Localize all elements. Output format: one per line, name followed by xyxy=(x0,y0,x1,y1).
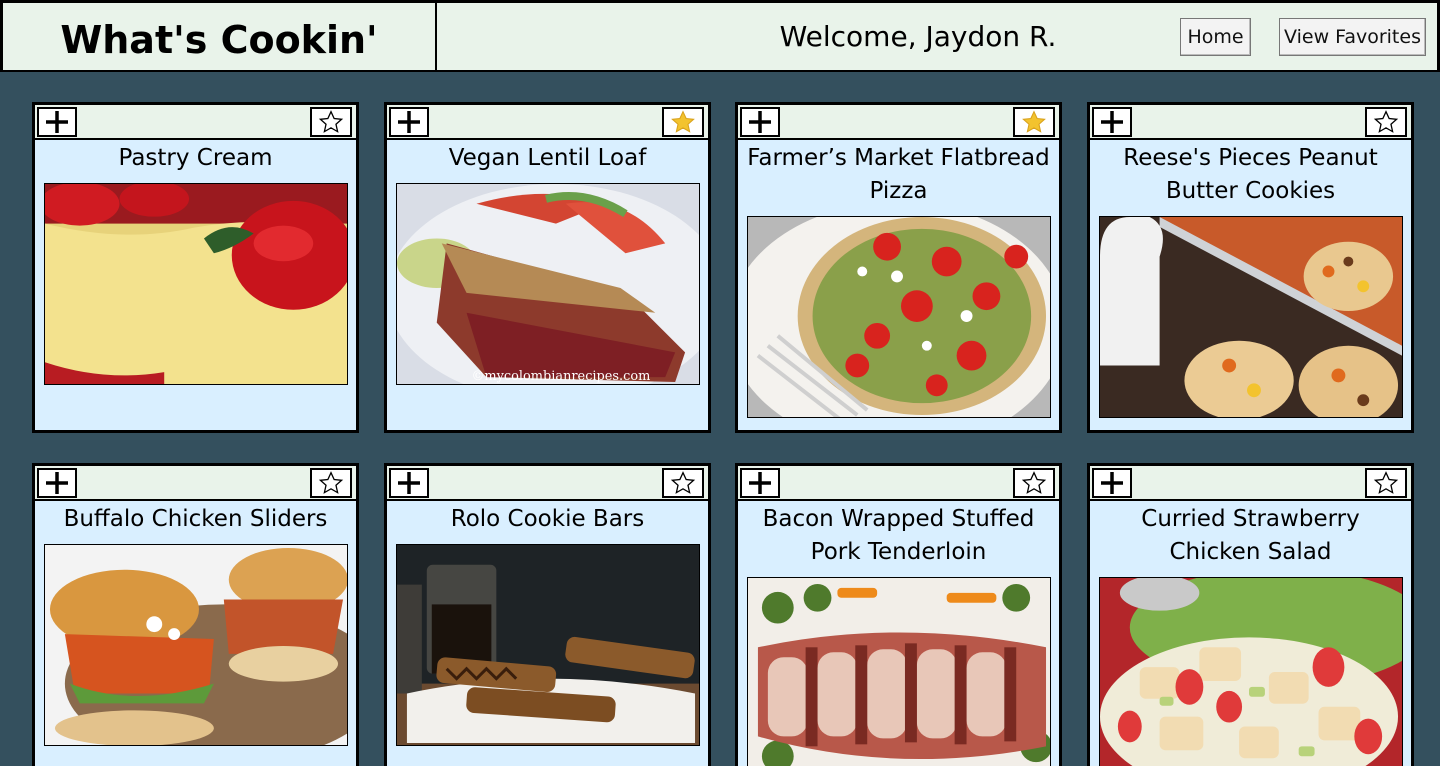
recipe-image[interactable] xyxy=(1098,216,1403,418)
star-outline-icon xyxy=(1373,110,1399,133)
view-favorites-button[interactable]: View Favorites xyxy=(1279,18,1426,56)
add-to-menu-button[interactable] xyxy=(1092,107,1132,137)
add-to-menu-button[interactable] xyxy=(389,468,429,498)
favorite-button[interactable] xyxy=(310,107,352,137)
app-header: What's Cookin' Welcome, Jaydon R. Home V… xyxy=(0,0,1440,72)
recipe-image[interactable] xyxy=(43,544,348,746)
star-outline-icon xyxy=(1373,471,1399,494)
recipe-card[interactable]: Reese's Pieces Peanut Butter Cookies xyxy=(1087,102,1414,433)
add-to-menu-button[interactable] xyxy=(389,107,429,137)
card-toolbar xyxy=(387,466,708,501)
card-toolbar xyxy=(1090,105,1411,140)
recipe-image[interactable] xyxy=(746,216,1051,418)
recipe-card[interactable]: Buffalo Chicken Sliders xyxy=(32,463,359,766)
favorite-button[interactable] xyxy=(1365,468,1407,498)
card-toolbar xyxy=(1090,466,1411,501)
add-to-menu-button[interactable] xyxy=(740,468,780,498)
card-toolbar xyxy=(738,466,1059,501)
favorite-button[interactable] xyxy=(1013,468,1055,498)
recipe-image[interactable] xyxy=(395,544,700,746)
recipe-title: Buffalo Chicken Sliders xyxy=(63,506,328,532)
recipe-title: Bacon Wrapped Stuffed Pork Tenderloin xyxy=(762,506,1035,565)
star-outline-icon xyxy=(1021,471,1047,494)
favorite-button[interactable] xyxy=(1365,107,1407,137)
star-outline-icon xyxy=(670,471,696,494)
card-toolbar xyxy=(35,105,356,140)
plus-icon xyxy=(398,472,420,494)
recipe-card[interactable]: Rolo Cookie Bars xyxy=(384,463,711,766)
app-title: What's Cookin' xyxy=(3,3,437,70)
add-to-menu-button[interactable] xyxy=(740,107,780,137)
card-toolbar xyxy=(387,105,708,140)
recipe-title: Curried Strawberry Chicken Salad xyxy=(1141,506,1360,565)
star-outline-icon xyxy=(318,110,344,133)
plus-icon xyxy=(1101,111,1123,133)
card-toolbar xyxy=(35,466,356,501)
star-filled-icon xyxy=(671,110,695,133)
recipe-title: Farmer’s Market Flatbread Pizza xyxy=(747,145,1050,204)
recipe-title: Reese's Pieces Peanut Butter Cookies xyxy=(1123,145,1378,204)
recipe-card[interactable]: Pastry Cream xyxy=(32,102,359,433)
favorite-button[interactable] xyxy=(662,107,704,137)
plus-icon xyxy=(749,111,771,133)
plus-icon xyxy=(749,472,771,494)
favorite-button[interactable] xyxy=(310,468,352,498)
recipe-title: Pastry Cream xyxy=(118,145,273,171)
recipe-image[interactable] xyxy=(746,577,1051,766)
watermark: ©mycolombianrecipes.com xyxy=(471,369,650,384)
recipe-card[interactable]: Curried Strawberry Chicken Salad xyxy=(1087,463,1414,766)
recipe-image[interactable] xyxy=(43,183,348,385)
plus-icon xyxy=(398,111,420,133)
recipe-title: Vegan Lentil Loaf xyxy=(448,145,647,171)
favorite-button[interactable] xyxy=(662,468,704,498)
card-toolbar xyxy=(738,105,1059,140)
recipe-image[interactable] xyxy=(1098,577,1403,766)
plus-icon xyxy=(46,472,68,494)
plus-icon xyxy=(1101,472,1123,494)
home-button[interactable]: Home xyxy=(1180,18,1251,56)
plus-icon xyxy=(46,111,68,133)
recipe-card[interactable]: Bacon Wrapped Stuffed Pork Tenderloin xyxy=(735,463,1062,766)
star-filled-icon xyxy=(1022,110,1046,133)
add-to-menu-button[interactable] xyxy=(37,107,77,137)
recipe-title: Rolo Cookie Bars xyxy=(450,506,645,532)
recipe-card[interactable]: Vegan Lentil Loaf ©mycolombianrecipes.co… xyxy=(384,102,711,433)
add-to-menu-button[interactable] xyxy=(1092,468,1132,498)
recipe-image[interactable]: ©mycolombianrecipes.com xyxy=(395,183,700,385)
add-to-menu-button[interactable] xyxy=(37,468,77,498)
recipe-card[interactable]: Farmer’s Market Flatbread Pizza xyxy=(735,102,1062,433)
favorite-button[interactable] xyxy=(1013,107,1055,137)
star-outline-icon xyxy=(318,471,344,494)
